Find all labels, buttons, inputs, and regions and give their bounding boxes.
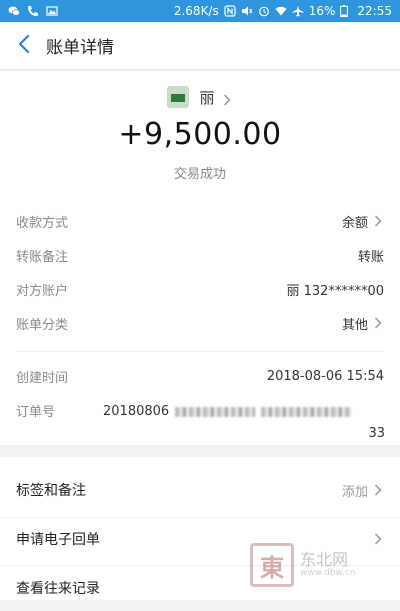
detail-label: 收款方式 — [16, 215, 69, 231]
chevron-right-icon — [374, 215, 384, 227]
clock: 22:55 — [357, 4, 392, 18]
order-number-suffix: 33 — [368, 426, 385, 441]
chevron-right-icon — [374, 484, 384, 496]
payee-link[interactable]: 丽 — [0, 83, 400, 111]
back-button[interactable] — [4, 22, 44, 70]
detail-row-memo: 转账备注 转账 — [16, 238, 384, 272]
wechat-icon — [8, 5, 20, 17]
transaction-amount: +9,500.00 — [118, 117, 282, 152]
status-bar-right: 2.68K/s 16% 22:55 — [174, 4, 392, 18]
action-label: 申请电子回单 — [16, 532, 100, 548]
detail-value: 余额 — [341, 215, 368, 231]
wifi-icon — [275, 5, 287, 17]
detail-value: 其他 — [341, 317, 368, 333]
watermark: 東 东北网 www.dbw.cn — [250, 540, 390, 590]
status-bar-left — [8, 5, 58, 17]
redacted-mask — [175, 406, 256, 417]
detail-row-created-time: 创建时间 2018-08-06 15:54 — [16, 359, 384, 393]
order-number-prefix: 20180806 — [103, 404, 170, 419]
nav-bar: 账单详情 — [0, 22, 400, 70]
watermark-logo: 東 — [250, 543, 294, 587]
network-speed: 2.68K/s — [173, 4, 219, 18]
battery-percent: 16% — [308, 4, 336, 18]
payee-name: 丽 — [199, 88, 215, 107]
watermark-text: 东北网 — [300, 550, 349, 569]
back-arrow-icon — [18, 34, 30, 58]
chevron-right-icon — [223, 91, 233, 106]
status-bar: 2.68K/s 16% 22:55 — [0, 0, 400, 22]
tags-and-notes-item[interactable]: 标签和备注 添加 — [0, 467, 400, 513]
alarm-icon — [258, 5, 270, 17]
detail-label: 创建时间 — [16, 370, 69, 386]
detail-row-counterparty: 对方账户 丽 132******00 — [16, 272, 384, 306]
detail-row-payment-method[interactable]: 收款方式 余额 — [16, 204, 384, 238]
detail-label: 订单号 — [16, 404, 56, 420]
transaction-status: 交易成功 — [173, 167, 226, 182]
detail-value: 转账 — [357, 249, 384, 265]
detail-label: 账单分类 — [16, 317, 69, 333]
watermark-url: www.dbw.cn — [300, 568, 356, 578]
action-label: 查看往来记录 — [16, 581, 100, 597]
transaction-summary: 丽 +9,500.00 交易成功 — [0, 71, 400, 189]
chevron-right-icon — [374, 317, 384, 329]
detail-value: 丽 132******00 — [286, 283, 385, 299]
action-label: 标签和备注 — [16, 483, 86, 499]
battery-icon — [340, 5, 352, 17]
detail-row-category[interactable]: 账单分类 其他 — [16, 306, 384, 340]
detail-label: 对方账户 — [16, 283, 69, 299]
order-number-value: 20180806 33 — [103, 404, 385, 441]
airplane-icon — [292, 5, 304, 17]
phone-icon — [27, 5, 39, 17]
image-icon — [46, 5, 58, 17]
divider — [16, 351, 384, 352]
detail-value: 2018-08-06 15:54 — [266, 368, 384, 384]
add-link[interactable]: 添加 — [342, 481, 368, 500]
nfc-icon — [224, 5, 236, 17]
redacted-mask — [261, 406, 352, 417]
mute-icon — [241, 5, 253, 17]
page-title: 账单详情 — [46, 38, 114, 58]
avatar — [167, 86, 190, 108]
detail-label: 转账备注 — [16, 249, 69, 265]
